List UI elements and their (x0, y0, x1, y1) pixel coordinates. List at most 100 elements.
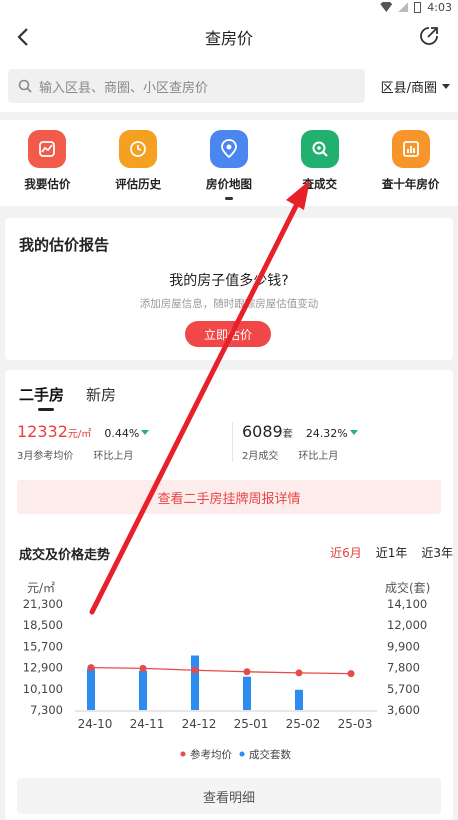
price-point (139, 664, 147, 672)
deals-caption2: 环比上月 (298, 451, 339, 462)
price-line (90, 666, 352, 675)
x-tick-label: 25-03 (338, 717, 373, 731)
x-tick-label: 24-12 (182, 717, 217, 731)
map-pin-icon (209, 130, 248, 168)
bar-chart-icon (391, 130, 430, 168)
avg-price-value: 12332 (17, 422, 68, 441)
avg-price-caption2: 环比上月 (93, 451, 134, 462)
tool-transactions[interactable]: 查成交 (280, 120, 360, 206)
page-title: 查房价 (204, 29, 253, 48)
weekly-report-link[interactable]: 查看二手房挂牌周报详情 (17, 480, 441, 514)
chevron-left-icon (17, 28, 28, 46)
tool-ten-year-label: 查十年房价 (381, 177, 440, 191)
legend-deals-label: 成交套数 (249, 748, 291, 761)
down-triangle-icon (141, 430, 150, 435)
avg-price-caption: 3月参考均价 (17, 451, 74, 462)
area-selector[interactable]: 区县/商圈 (381, 77, 450, 96)
signal-icon (398, 2, 409, 12)
valuation-report-card: 我的估价报告 我的房子值多少钱? 添加房屋信息，随时跟踪房屋估值变动 立即估价 (5, 218, 453, 360)
left-tick-label: 15,700 (23, 639, 63, 653)
search-placeholder: 输入区县、商圈、小区查房价 (39, 80, 209, 96)
right-tick-label: 12,000 (387, 618, 427, 632)
tools-row: 我要估价 评估历史 房价地图 查成交 查十年房价 (0, 120, 458, 206)
deal-bar (243, 676, 251, 710)
tool-valuation[interactable]: 我要估价 (7, 120, 87, 206)
tab-underline (38, 408, 54, 411)
trend-title: 成交及价格走势 (19, 548, 111, 563)
market-tabs: 二手房 新房 (19, 384, 116, 405)
x-tick-label: 24-10 (78, 717, 113, 731)
x-tick-label: 25-01 (234, 717, 269, 731)
tool-history[interactable]: 评估历史 (98, 120, 178, 206)
avg-price-unit: 元/㎡ (67, 429, 92, 440)
right-tick-label: 9,900 (387, 639, 420, 653)
report-title: 我的估价报告 (19, 236, 110, 254)
area-selector-label: 区县/商圈 (380, 80, 437, 96)
wifi-icon (380, 2, 393, 12)
tool-valuation-label: 我要估价 (24, 177, 71, 191)
status-bar: 4:03 (0, 0, 458, 14)
legend-price-dot (180, 751, 186, 757)
valuate-now-button[interactable]: 立即估价 (185, 321, 271, 347)
price-point (295, 669, 303, 677)
back-button[interactable] (10, 24, 36, 50)
active-indicator (224, 197, 233, 200)
x-tick-label: 25-02 (286, 717, 321, 731)
deals-caption: 2月成交 (242, 451, 279, 462)
deals-unit: 套 (282, 429, 293, 440)
deal-bar (87, 668, 95, 710)
tab-second-hand[interactable]: 二手房 (19, 384, 64, 405)
left-tick-label: 18,500 (23, 618, 63, 632)
deal-bar (139, 670, 147, 710)
tab-new-homes[interactable]: 新房 (86, 384, 116, 405)
report-subtitle: 添加房屋信息，随时跟踪房屋估值变动 (139, 298, 319, 310)
legend-price-label: 参考均价 (190, 748, 232, 761)
period-1y[interactable]: 近1年 (376, 544, 408, 561)
right-axis-label: 成交(套) (385, 580, 430, 595)
x-tick-label: 24-11 (130, 717, 165, 731)
search-icon (18, 79, 32, 93)
right-tick-label: 3,600 (387, 703, 420, 717)
right-tick-label: 5,700 (387, 682, 420, 696)
trend-chart-icon (28, 130, 67, 168)
down-triangle-icon (349, 430, 358, 435)
tool-price-map-label: 房价地图 (205, 177, 252, 191)
battery-icon (414, 1, 422, 13)
left-tick-label: 10,100 (23, 682, 63, 696)
left-axis-label: 元/㎡ (27, 581, 55, 595)
search-input[interactable]: 输入区县、商圈、小区查房价 (8, 69, 365, 103)
status-time: 4:03 (427, 0, 452, 14)
right-tick-label: 14,100 (387, 597, 427, 611)
deals-stat: 6089套 24.32% 2月成交 环比上月 (242, 422, 358, 462)
period-3y[interactable]: 近3年 (421, 544, 453, 561)
market-card: 二手房 新房 12332元/㎡ 0.44% 3月参考均价 环比上月 6089套 … (5, 370, 453, 820)
period-6m[interactable]: 近6月 (330, 544, 362, 561)
clock-icon (119, 130, 158, 168)
period-selector: 近6月 近1年 近3年 (330, 544, 453, 561)
left-tick-label: 12,900 (23, 661, 63, 675)
report-question: 我的房子值多少钱? (169, 273, 289, 289)
share-icon (420, 27, 438, 45)
avg-price-stat: 12332元/㎡ 0.44% 3月参考均价 环比上月 (17, 422, 150, 462)
tool-history-label: 评估历史 (115, 177, 162, 191)
magnifier-icon (300, 130, 339, 168)
deal-bar (191, 655, 199, 710)
left-tick-label: 21,300 (23, 597, 63, 611)
trend-chart: 元/㎡ 成交(套) 21,300 18,500 15,700 12,900 10,100 7,… (23, 580, 431, 761)
deals-change: 24.32% (305, 427, 348, 440)
tool-ten-year[interactable]: 查十年房价 (371, 120, 451, 206)
deals-value: 6089 (242, 422, 283, 441)
right-tick-label: 7,800 (387, 661, 420, 675)
price-point (191, 666, 199, 674)
view-detail-button[interactable]: 查看明细 (17, 778, 441, 814)
legend-deals-dot (239, 751, 245, 757)
tool-transactions-label: 查成交 (302, 177, 338, 191)
tool-price-map[interactable]: 房价地图 (189, 120, 269, 206)
price-point (243, 668, 251, 676)
price-point (347, 670, 355, 678)
search-row: 输入区县、商圈、小区查房价 区县/商圈 (0, 60, 458, 112)
share-button[interactable] (418, 25, 442, 49)
deal-bar (295, 689, 303, 710)
stat-divider (232, 422, 233, 462)
app-header: 查房价 (0, 14, 458, 60)
